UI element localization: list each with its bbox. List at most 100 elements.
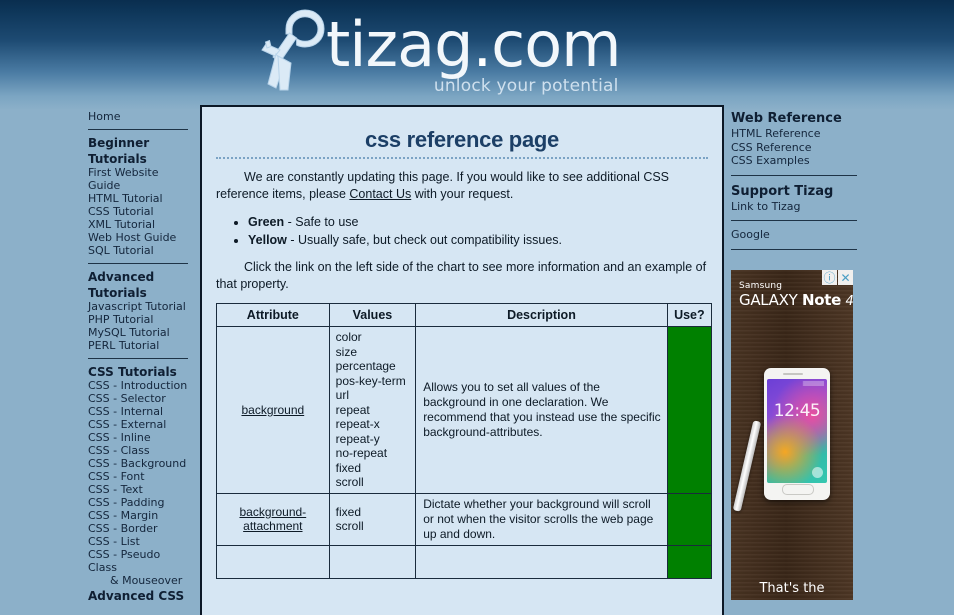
table-row: background color size percentage pos-key… [216,326,713,494]
sidebar-item-first-website-1[interactable]: First Website [88,166,193,179]
right-sidebar: Web Reference HTML Reference CSS Referen… [731,110,861,257]
legend-label-green: Green [248,215,285,229]
sidebar-item-css-margin[interactable]: CSS - Margin [88,509,193,522]
page-title: css reference page [365,127,559,152]
attribute-line-2: attachment [243,519,303,533]
table-row: background-attachment fixed scroll Dicta… [216,492,713,546]
sidebar-item-css-introduction[interactable]: CSS - Introduction [88,379,193,392]
sidebar-heading-advanced-css: Advanced CSS [88,589,185,603]
left-sidebar: Home Beginner Tutorials First Website Gu… [88,110,193,603]
cell-description: Dictate whether your background will scr… [415,492,668,546]
sidebar-item-web-host-guide[interactable]: Web Host Guide [88,231,193,244]
instructions-paragraph: Click the link on the left side of the c… [216,260,707,291]
sidebar-item-css-tutorial[interactable]: CSS Tutorial [88,205,193,218]
sidebar-group-beginner: Beginner Tutorials First Website Guide H… [88,136,193,257]
color-legend: Green - Safe to use Yellow - Usually saf… [216,213,708,249]
css-reference-table: Attribute Values Description Use? backgr… [216,303,713,579]
sidebar-divider-3 [88,358,188,359]
legend-item-yellow: Yellow - Usually safe, but check out com… [248,231,708,249]
cell-values: color size percentage pos-key-term url r… [328,326,417,494]
site-logo[interactable]: tizag.com unlock your potential [258,2,622,102]
cell-use-indicator [666,492,713,546]
sidebar-item-javascript-tutorial[interactable]: Javascript Tutorial [88,300,193,313]
attribute-link-background[interactable]: background [241,403,304,417]
cell-attribute: background [216,326,330,494]
cell-attribute: background-attachment [216,492,330,546]
column-header-values: Values [328,303,417,327]
ad-controls: ⓘ ✕ [822,270,853,285]
sidebar-group-advanced: Advanced Tutorials Javascript Tutorial P… [88,270,193,352]
sidebar-divider-1 [88,129,188,130]
ad-tagline: That's the [759,581,825,596]
advertisement-banner[interactable]: Samsung GALAXY Note 4 12:45 That's the ⓘ… [731,270,853,600]
sidebar-item-mysql-tutorial[interactable]: MySQL Tutorial [88,326,193,339]
ad-phone-home-button [782,484,814,495]
legend-label-yellow: Yellow [248,233,287,247]
cell-values [328,544,417,579]
sidebar-item-perl-tutorial[interactable]: PERL Tutorial [88,339,193,352]
attribute-line-1: background- [239,505,307,519]
right-heading-support-tizag: Support Tizag [731,183,834,199]
sidebar-item-php-tutorial[interactable]: PHP Tutorial [88,313,193,326]
sidebar-item-sql-tutorial[interactable]: SQL Tutorial [88,244,193,257]
sidebar-item-css-internal[interactable]: CSS - Internal [88,405,193,418]
table-row [216,544,713,579]
sidebar-item-css-class[interactable]: CSS - Class [88,444,193,457]
sidebar-group-css: CSS Tutorials CSS - Introduction CSS - S… [88,365,193,603]
cell-description [415,544,668,579]
right-item-link-to-tizag[interactable]: Link to Tizag [731,200,861,214]
adchoices-info-icon[interactable]: ⓘ [822,270,837,285]
sidebar-heading-beginner-l1: Beginner [88,136,150,150]
ad-brand-galaxy-note: GALAXY Note 4 [739,291,853,309]
sidebar-heading-css-tutorials: CSS Tutorials [88,365,177,379]
cell-attribute [216,544,330,579]
site-header: tizag.com unlock your potential [0,0,954,104]
right-divider-3 [731,248,857,250]
sidebar-item-css-pseudo-l2[interactable]: Class [88,561,193,574]
right-item-css-examples[interactable]: CSS Examples [731,154,861,168]
cell-use-indicator [666,544,713,579]
ad-phone-speaker [783,373,803,375]
table-header-row: Attribute Values Description Use? [216,303,713,327]
sidebar-item-css-inline[interactable]: CSS - Inline [88,431,193,444]
sidebar-item-css-mouseover[interactable]: & Mouseover [88,574,193,587]
sidebar-item-html-tutorial[interactable]: HTML Tutorial [88,192,193,205]
sidebar-item-css-list[interactable]: CSS - List [88,535,193,548]
right-item-html-reference[interactable]: HTML Reference [731,127,861,141]
sidebar-item-home[interactable]: Home [88,110,193,123]
ad-close-icon[interactable]: ✕ [838,270,853,285]
column-header-description: Description [415,303,668,327]
legend-item-green: Green - Safe to use [248,213,708,231]
cell-use-indicator [666,326,713,494]
sidebar-item-xml-tutorial[interactable]: XML Tutorial [88,218,193,231]
sidebar-item-css-pseudo-l1[interactable]: CSS - Pseudo [88,548,193,561]
sidebar-item-css-font[interactable]: CSS - Font [88,470,193,483]
sidebar-item-first-website-2[interactable]: Guide [88,179,193,192]
sidebar-item-css-selector[interactable]: CSS - Selector [88,392,193,405]
right-heading-web-reference: Web Reference [731,111,842,126]
cell-description: Allows you to set all values of the back… [415,326,668,494]
sidebar-divider-2 [88,263,188,264]
sidebar-item-css-padding[interactable]: CSS - Padding [88,496,193,509]
cell-values: fixed scroll [328,492,417,546]
contact-us-link[interactable]: Contact Us [349,187,411,201]
sidebar-item-css-border[interactable]: CSS - Border [88,522,193,535]
right-item-google[interactable]: Google [731,228,861,242]
attribute-link-background-attachment[interactable]: background-attachment [239,505,306,533]
intro-paragraph: We are constantly updating this page. If… [216,169,708,203]
ad-brand-lockup: Samsung GALAXY Note 4 [739,282,853,309]
logo-tld: com [491,8,621,81]
sidebar-item-css-text[interactable]: CSS - Text [88,483,193,496]
sidebar-heading-beginner-l2: Tutorials [88,152,147,166]
right-item-css-reference[interactable]: CSS Reference [731,141,861,155]
logo-name: tizag [326,8,473,81]
ad-phone-device: 12:45 [764,368,830,500]
sidebar-item-css-external[interactable]: CSS - External [88,418,193,431]
ad-brand-galaxy: GALAXY [739,291,798,309]
sidebar-heading-advanced-l2: Tutorials [88,286,147,300]
ad-brand-note: Note [801,291,841,309]
ad-brand-number: 4 [845,294,853,309]
intro-text-after: with your request. [411,187,514,201]
sidebar-item-css-background[interactable]: CSS - Background [88,457,193,470]
legend-desc-yellow: - Usually safe, but check out compatibil… [286,233,563,247]
